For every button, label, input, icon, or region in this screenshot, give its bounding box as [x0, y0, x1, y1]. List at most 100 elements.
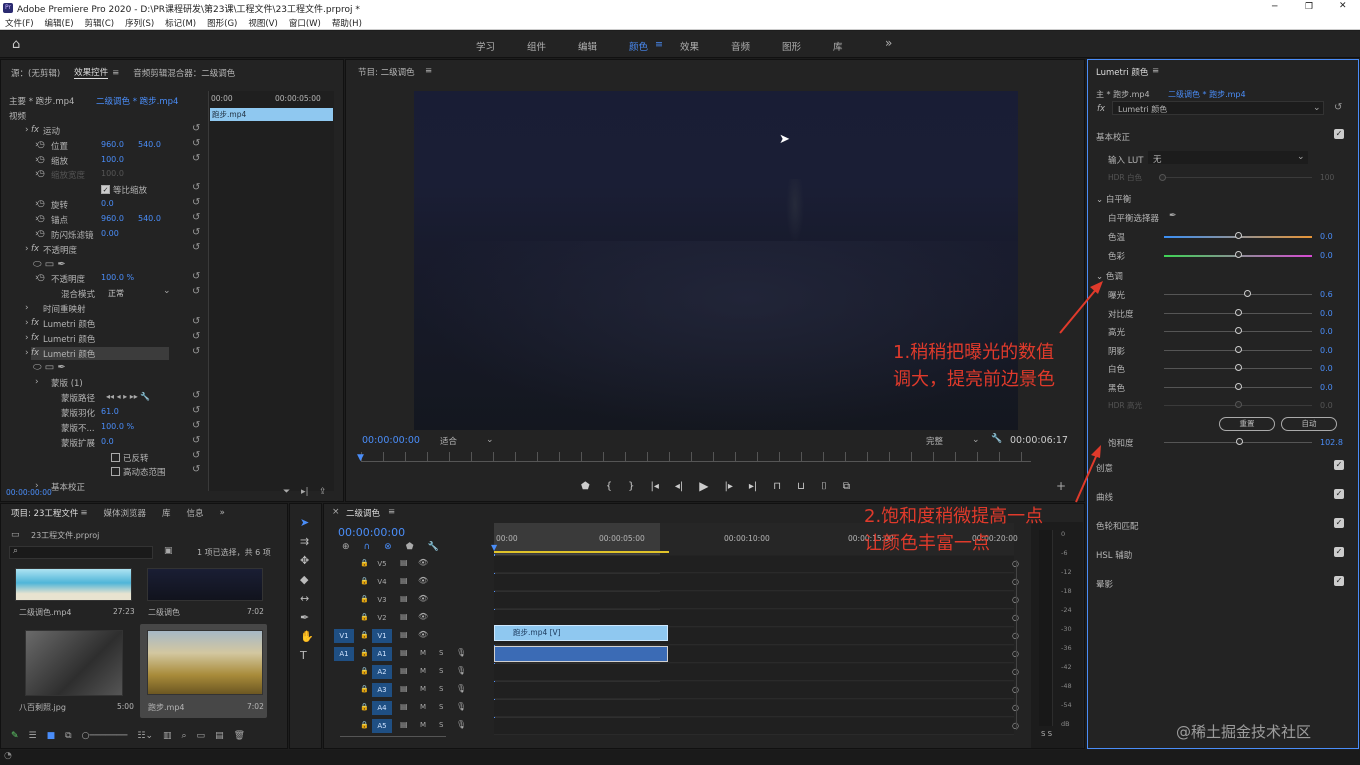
lumetri-clip[interactable]: 二级调色 * 跑步.mp4 — [1168, 89, 1246, 100]
workspace-color[interactable]: 颜色 — [629, 39, 648, 53]
row-checkbox[interactable] — [111, 452, 120, 462]
extract-icon[interactable]: ⊔ — [797, 481, 805, 492]
mark-out-icon[interactable]: } — [628, 481, 634, 492]
stopwatch-icon[interactable]: ◷ — [37, 214, 45, 224]
menu-marker[interactable]: 标记(M) — [165, 17, 196, 29]
row-reset-icon[interactable]: ↺ — [192, 153, 200, 164]
menu-edit[interactable]: 编辑(E) — [45, 17, 74, 29]
thumb-item-4[interactable] — [147, 630, 263, 695]
voiceover-mic-icon[interactable]: 🎙 — [456, 720, 466, 729]
track-name-a3[interactable]: A3 — [372, 683, 392, 697]
row-reset-icon[interactable]: ↺ — [192, 197, 200, 208]
track-lock-icon[interactable]: 🔒 — [360, 595, 369, 603]
workspace-learn[interactable]: 学习 — [476, 39, 495, 53]
section-vignette[interactable]: 晕影 — [1096, 578, 1113, 590]
row-reset-icon[interactable]: ↺ — [192, 138, 200, 149]
tone-auto-button[interactable]: 自动 — [1281, 417, 1337, 431]
settings-wrench-icon[interactable]: 🔧 — [991, 434, 1002, 444]
tone-slider-track-0[interactable] — [1164, 294, 1312, 295]
timeline-zoom-bar[interactable] — [340, 736, 446, 737]
effect-row-value[interactable]: 正常 — [108, 288, 124, 299]
fx-badge[interactable]: fx — [31, 348, 39, 358]
expand-chevron-icon[interactable]: › — [25, 125, 29, 135]
track-name-a5[interactable]: A5 — [372, 719, 392, 733]
expand-chevron-icon[interactable]: › — [25, 318, 29, 328]
program-timecode[interactable]: 00:00:00:00 — [362, 435, 420, 446]
toggle-output-eye-icon[interactable]: 👁 — [418, 630, 428, 639]
wb-heading[interactable]: ⌄ 白平衡 — [1096, 193, 1131, 205]
voiceover-mic-icon[interactable]: 🎙 — [456, 684, 466, 693]
row-checkbox[interactable] — [111, 467, 120, 477]
tab-project[interactable]: 项目: 23工程文件 — [11, 507, 78, 519]
lumetri-reset-icon[interactable]: ↺ — [1334, 102, 1342, 113]
section-color-wheels[interactable]: 色轮和匹配 — [1096, 520, 1139, 532]
play-only-icon[interactable]: ▸| — [301, 487, 309, 497]
tab-info[interactable]: 信息 — [187, 507, 204, 519]
tab-audio-clip-mixer[interactable]: 音频剪辑混合器：二级调色 — [133, 67, 235, 79]
zoom-slider[interactable]: ○─────── — [82, 731, 128, 741]
playhead-icon[interactable]: ▼ — [357, 453, 364, 463]
sort-icon[interactable]: ☷⌄ — [137, 731, 153, 741]
curves-enable-checkbox[interactable]: ✓ — [1334, 489, 1344, 499]
list-view-icon[interactable]: ☰ — [29, 731, 37, 741]
program-menu-icon[interactable]: ≡ — [425, 66, 432, 76]
lumetri-master[interactable]: 主 * 跑步.mp4 — [1096, 89, 1150, 100]
mini-clip-bar[interactable]: 跑步.mp4 — [210, 108, 333, 121]
workspace-assembly[interactable]: 组件 — [527, 39, 546, 53]
tone-slider-knob-4[interactable] — [1235, 364, 1242, 371]
row-reset-icon[interactable]: ↺ — [192, 227, 200, 238]
row-reset-icon[interactable]: ↺ — [192, 242, 200, 253]
toggle-output-eye-icon[interactable]: 👁 — [418, 612, 428, 621]
workspace-editing[interactable]: 编辑 — [578, 39, 597, 53]
row-reset-icon[interactable]: ↺ — [192, 420, 200, 431]
tone-value-4[interactable]: 0.0 — [1320, 364, 1333, 373]
timeline-scrollbar-v[interactable] — [1016, 560, 1017, 730]
sync-lock-icon[interactable]: ▤ — [400, 684, 408, 693]
tab-effect-controls[interactable]: 效果控件 — [74, 66, 109, 79]
comparison-view-icon[interactable]: ⧉ — [843, 481, 850, 492]
voiceover-mic-icon[interactable]: 🎙 — [456, 648, 466, 657]
step-back-icon[interactable]: ◂| — [675, 481, 683, 492]
effect-row-value[interactable]: 61.0 — [101, 407, 119, 416]
row-reset-icon[interactable]: ↺ — [192, 316, 200, 327]
tone-value-3[interactable]: 0.0 — [1320, 346, 1333, 355]
ripple-edit-tool-icon[interactable]: ✥ — [300, 554, 314, 567]
track-name-v5[interactable]: V5 — [372, 557, 392, 571]
row-reset-icon[interactable]: ↺ — [192, 286, 200, 297]
effect-row-value-2[interactable]: 540.0 — [138, 140, 161, 149]
track-lock-icon[interactable]: 🔒 — [360, 667, 369, 675]
row-reset-icon[interactable]: ↺ — [192, 435, 200, 446]
track-lock-icon[interactable]: 🔒 — [360, 613, 369, 621]
fx-badge[interactable]: fx — [31, 125, 39, 135]
sequence-clip-label[interactable]: 二级调色 * 跑步.mp4 — [96, 95, 178, 107]
write-icon[interactable]: ✎ — [11, 731, 19, 741]
project-menu-icon[interactable]: ≡ — [80, 508, 87, 518]
add-button-icon[interactable]: + — [1056, 479, 1066, 493]
track-name-a1[interactable]: A1 — [372, 647, 392, 661]
panel-menu-icon[interactable]: ≡ — [112, 68, 119, 78]
input-lut-select[interactable] — [1148, 151, 1308, 164]
expand-chevron-icon[interactable]: › — [35, 377, 39, 387]
track-name-a4[interactable]: A4 — [372, 701, 392, 715]
expand-chevron-icon[interactable]: › — [25, 333, 29, 343]
temp-value[interactable]: 0.0 — [1320, 232, 1333, 241]
mute-track-icon[interactable]: M — [420, 649, 426, 657]
row-reset-icon[interactable]: ↺ — [192, 271, 200, 282]
new-bin-icon[interactable]: ▣ — [164, 546, 173, 556]
play-icon[interactable]: ▶ — [699, 479, 708, 493]
expand-chevron-icon[interactable]: › — [25, 348, 29, 358]
workspace-audio[interactable]: 音频 — [731, 39, 750, 53]
menu-window[interactable]: 窗口(W) — [289, 17, 321, 29]
row-reset-icon[interactable]: ↺ — [192, 405, 200, 416]
stopwatch-icon[interactable]: ◷ — [37, 229, 45, 239]
lumetri-title[interactable]: Lumetri 颜色 — [1096, 66, 1148, 78]
track-lock-icon[interactable]: 🔒 — [360, 721, 369, 729]
pen-tool-icon[interactable]: ✒ — [300, 611, 314, 624]
sync-lock-icon[interactable]: ▤ — [400, 648, 408, 657]
effect-row-value-2[interactable]: 540.0 — [138, 214, 161, 223]
eyedropper-icon[interactable]: ✒ — [1169, 211, 1177, 221]
effect-select-chevron-icon[interactable]: ⌄ — [1313, 103, 1321, 113]
track-lock-icon[interactable]: 🔒 — [360, 685, 369, 693]
stopwatch-icon[interactable]: ◷ — [37, 273, 45, 283]
tab-source[interactable]: 源：(无剪辑) — [11, 67, 60, 79]
